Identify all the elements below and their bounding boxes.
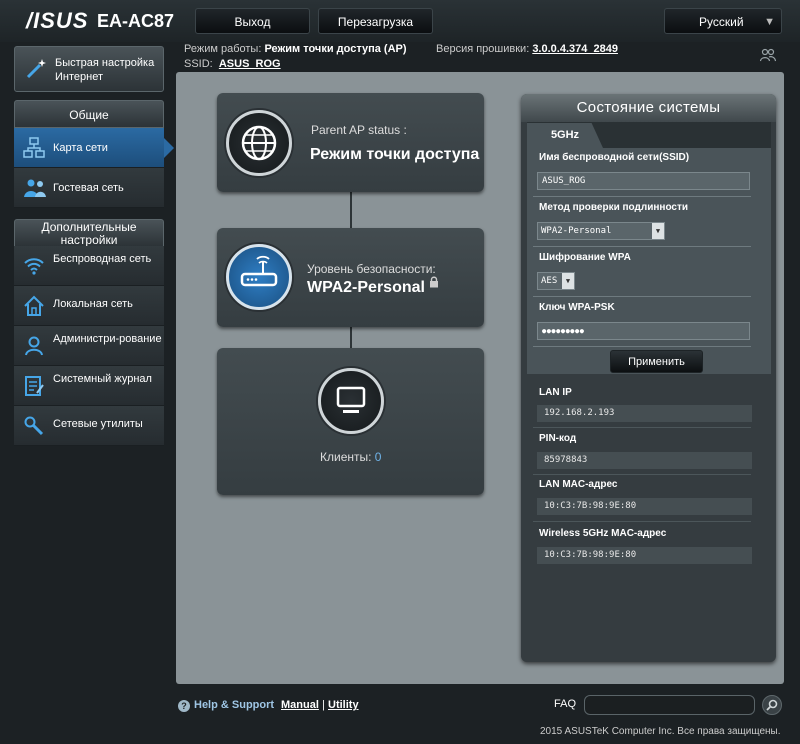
- wrench-icon: [24, 416, 44, 436]
- syslog-icon: [25, 376, 44, 396]
- ssid-line: SSID: ASUS_ROG: [184, 58, 281, 70]
- parent-ap-circle[interactable]: [226, 110, 292, 176]
- asus-logo: /ISUS: [26, 8, 89, 33]
- clients-circle[interactable]: [318, 368, 384, 434]
- lan-mac-value: 10:C3:7B:98:9E:80: [537, 498, 752, 515]
- lan-ip-label: LAN IP: [539, 387, 572, 398]
- lan-ip-value: 192.168.2.193: [537, 405, 752, 422]
- divider: [533, 246, 751, 247]
- guest-network-icon: [24, 179, 46, 197]
- wireless-mac-label: Wireless 5GHz MAC-адрес: [539, 528, 667, 539]
- language-value: Русский: [699, 15, 744, 29]
- parent-ap-label: Parent AP status :: [311, 123, 407, 137]
- chevron-down-icon: ▼: [764, 16, 775, 28]
- help-support-link[interactable]: ? Help & Support: [178, 699, 274, 712]
- tab-5ghz[interactable]: 5GHz: [527, 123, 603, 148]
- system-status-title: Состояние системы: [521, 94, 776, 122]
- divider: [533, 196, 751, 197]
- map-connector: [350, 192, 352, 230]
- copyright: 2015 ASUSTeK Computer Inc. Все права защ…: [540, 726, 781, 737]
- wpa-psk-label: Ключ WPA-PSK: [539, 302, 615, 313]
- advanced-section-header: Дополнительные настройки: [14, 219, 164, 247]
- ssid-link[interactable]: ASUS_ROG: [219, 58, 281, 70]
- ssid-input[interactable]: ASUS_ROG: [537, 172, 750, 190]
- active-nav-pointer: [164, 138, 174, 158]
- divider: [533, 427, 751, 428]
- pin-value: 85978843: [537, 452, 752, 469]
- divider: [533, 346, 751, 347]
- parent-ap-value: Режим точки доступа: [310, 146, 480, 163]
- router-icon: [240, 255, 278, 287]
- quick-setup-button[interactable]: Быстрая настройка Интернет: [14, 46, 164, 92]
- sidebar-item-wireless[interactable]: Беспроводная сеть: [14, 246, 164, 286]
- sidebar-item-label: Администри-рование: [53, 333, 162, 345]
- wpa-encryption-label: Шифрование WPA: [539, 252, 631, 263]
- admin-user-icon: [25, 336, 43, 356]
- globe-icon: [241, 125, 277, 161]
- monitor-icon: [336, 386, 366, 413]
- sidebar-item-label: Карта сети: [53, 142, 108, 154]
- pin-label: PIN-код: [539, 433, 577, 444]
- wireless-mac-value: 10:C3:7B:98:9E:80: [537, 547, 752, 564]
- faq-label: FAQ: [554, 698, 577, 710]
- wpa-encryption-value: AES: [541, 276, 558, 286]
- lan-mac-label: LAN MAC-адрес: [539, 479, 618, 490]
- reboot-button[interactable]: Перезагрузка: [318, 8, 433, 34]
- sidebar-item-label: Беспроводная сеть: [53, 253, 152, 265]
- divider: [533, 474, 751, 475]
- security-value: WPA2-Personal: [307, 279, 425, 296]
- clients-label: Клиенты:: [320, 450, 372, 464]
- users-icon[interactable]: [760, 48, 776, 62]
- divider: [533, 521, 751, 522]
- search-icon: [766, 699, 778, 711]
- sidebar-item-network-tools[interactable]: Сетевые утилиты: [14, 406, 164, 446]
- wpa-psk-input[interactable]: ●●●●●●●●●: [537, 322, 750, 340]
- footer-separator: |: [322, 699, 325, 711]
- dropdown-arrow-icon: ▼: [562, 273, 574, 289]
- sidebar-item-lan[interactable]: Локальная сеть: [14, 286, 164, 326]
- sidebar-item-network-map[interactable]: Карта сети: [14, 128, 164, 168]
- home-lan-icon: [24, 295, 44, 316]
- sidebar-item-label: Системный журнал: [53, 373, 152, 385]
- ssid-field-label: Имя беспроводной сети(SSID): [539, 152, 690, 163]
- sidebar-item-administration[interactable]: Администри-рование: [14, 326, 164, 366]
- auth-method-label: Метод проверки подлинности: [539, 202, 689, 213]
- operation-mode-value: Режим точки доступа (AP): [264, 43, 407, 55]
- sidebar-item-label: Гостевая сеть: [53, 182, 124, 194]
- wireless-icon: [24, 258, 44, 275]
- firmware-link[interactable]: 3.0.0.4.374_2849: [532, 43, 618, 55]
- logout-button[interactable]: Выход: [195, 8, 310, 34]
- divider: [533, 296, 751, 297]
- firmware-version: Версия прошивки: 3.0.0.4.374_2849: [436, 43, 618, 55]
- lock-icon: [430, 276, 438, 288]
- quick-setup-label: Быстрая настройка Интернет: [55, 57, 155, 83]
- help-icon: ?: [178, 700, 190, 712]
- model-name: EA-AC87: [97, 11, 175, 31]
- manual-link[interactable]: Manual: [281, 699, 319, 711]
- sidebar-item-guest-network[interactable]: Гостевая сеть: [14, 168, 164, 208]
- security-label: Уровень безопасности:: [307, 262, 436, 276]
- faq-search-input[interactable]: [584, 695, 755, 715]
- faq-search-button[interactable]: [762, 695, 782, 715]
- operation-mode: Режим работы: Режим точки доступа (AP): [184, 43, 407, 55]
- magic-wand-icon: [26, 59, 46, 79]
- wpa-encryption-select[interactable]: AES ▼: [537, 272, 575, 290]
- clients-count[interactable]: 0: [375, 450, 382, 464]
- sidebar-item-syslog[interactable]: Системный журнал: [14, 366, 164, 406]
- sidebar-item-label: Локальная сеть: [53, 298, 133, 310]
- general-section-header: Общие: [14, 100, 164, 128]
- router-circle[interactable]: [226, 244, 292, 310]
- map-connector: [350, 327, 352, 349]
- language-select[interactable]: Русский ▼: [664, 8, 782, 34]
- utility-link[interactable]: Utility: [328, 699, 359, 711]
- apply-button[interactable]: Применить: [610, 350, 703, 373]
- auth-method-value: WPA2-Personal: [541, 226, 612, 236]
- auth-method-select[interactable]: WPA2-Personal ▼: [537, 222, 665, 240]
- clients-info: Клиенты: 0: [320, 450, 381, 464]
- dropdown-arrow-icon: ▼: [652, 223, 664, 239]
- network-map-icon: [23, 137, 45, 158]
- sidebar-item-label: Сетевые утилиты: [53, 418, 143, 430]
